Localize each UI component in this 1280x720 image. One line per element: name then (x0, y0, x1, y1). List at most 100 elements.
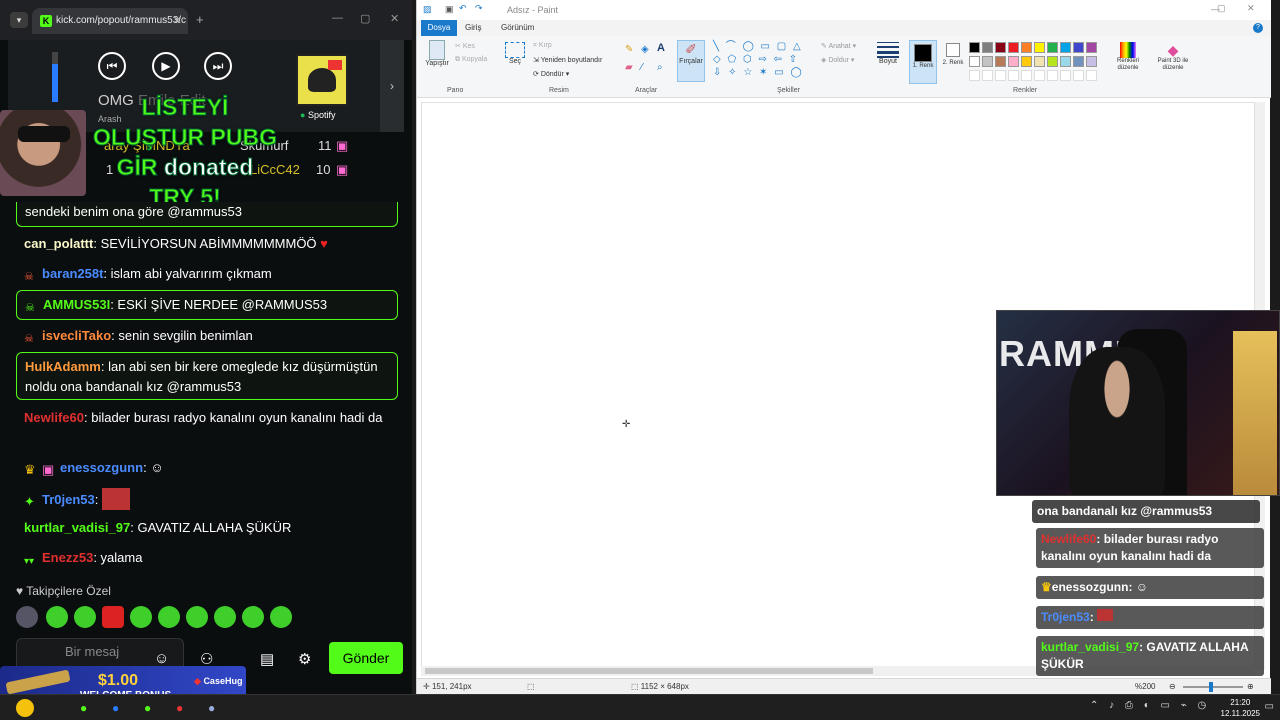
edit-colors-button[interactable]: Renkleri düzenle (1111, 42, 1145, 72)
color-swatch[interactable] (1086, 42, 1097, 53)
previous-icon[interactable]: ⏮ (98, 52, 126, 80)
color-swatch[interactable] (1047, 56, 1058, 67)
shapes-gallery[interactable]: ╲ ⌒ ◯ ▭ ▢ △ ◇ ⬠ ⬡ ⇨ ⇦ ⇧ ⇩ ✧ ☆ ✶ ▭ ◯ (713, 40, 809, 82)
close-window-button[interactable]: ✕ (1247, 3, 1255, 14)
emoji-icon[interactable]: ☺ (154, 650, 169, 667)
color-swatch[interactable] (1021, 56, 1032, 67)
chat-username[interactable]: HulkAdamm (25, 359, 101, 374)
custom-color-swatch[interactable] (1021, 70, 1032, 81)
zoom-slider[interactable] (1183, 682, 1243, 692)
fill-icon[interactable]: ◈ (641, 44, 649, 55)
copy-button[interactable]: ⧉ Kopyala (455, 56, 487, 64)
emote-button[interactable] (16, 606, 38, 628)
pencil-icon[interactable]: ✎ (625, 44, 633, 55)
notification-icon[interactable]: ▭ (1265, 701, 1274, 712)
custom-color-swatch[interactable] (1047, 70, 1058, 81)
emote-button[interactable] (74, 606, 96, 628)
color-swatch[interactable] (1021, 42, 1032, 53)
custom-color-swatch[interactable] (1034, 70, 1045, 81)
undo-icon[interactable]: ↶ (459, 3, 467, 14)
chat-username[interactable]: can_polattt (24, 236, 93, 251)
chat-username[interactable]: kurtlar_vadisi_97 (24, 520, 130, 535)
color-swatch[interactable] (1008, 42, 1019, 53)
custom-color-swatch[interactable] (995, 70, 1006, 81)
color-swatch[interactable] (995, 42, 1006, 53)
zoom-out-button[interactable]: ⊖ (1169, 679, 1176, 695)
tab-list-button[interactable]: ▾ (10, 12, 28, 28)
close-window-button[interactable]: ✕ (390, 12, 399, 25)
custom-color-swatch[interactable] (1086, 70, 1097, 81)
custom-color-swatch[interactable] (1073, 70, 1084, 81)
magnifier-icon[interactable]: ⌕ (657, 62, 663, 73)
chat-username[interactable]: AMMUS53I (43, 297, 110, 312)
color1-button[interactable]: 1. Renk (909, 40, 937, 84)
next-icon[interactable]: ⏭ (204, 52, 232, 80)
crop-button[interactable]: ⌗ Kırp (533, 42, 552, 50)
chat-username[interactable]: Enezz53 (42, 550, 93, 565)
help-icon[interactable]: ? (1253, 23, 1263, 33)
select-button[interactable]: Seç (505, 42, 525, 65)
emote-button[interactable] (270, 606, 292, 628)
browser-tab[interactable]: K kick.com/popout/rammus53/c ✕ (32, 8, 188, 34)
color-swatch[interactable] (995, 56, 1006, 67)
text-icon[interactable]: A (657, 42, 665, 54)
start-icon[interactable] (16, 699, 34, 717)
color-swatch[interactable] (1034, 42, 1045, 53)
custom-color-swatch[interactable] (969, 70, 980, 81)
tab-home[interactable]: Giriş (465, 20, 481, 36)
paint3d-button[interactable]: ◆ Paint 3D ile düzenle (1151, 42, 1195, 72)
color-swatch[interactable] (1073, 42, 1084, 53)
chat-username[interactable]: isvecliTako (42, 328, 111, 343)
color-swatch[interactable] (1034, 56, 1045, 67)
redo-icon[interactable]: ↷ (475, 3, 483, 14)
volume-bar[interactable] (52, 52, 58, 102)
custom-color-swatch[interactable] (1060, 70, 1071, 81)
restore-button[interactable]: ▢ (1217, 3, 1226, 14)
chat-username[interactable]: Tr0jen53 (42, 492, 95, 507)
color-swatch[interactable] (1047, 42, 1058, 53)
chat-username[interactable]: enessozgunn (60, 460, 143, 475)
resize-button[interactable]: ⇲ Yeniden boyutlandır (533, 56, 602, 64)
color-swatch[interactable] (1086, 56, 1097, 67)
taskbar-app-icon[interactable]: ● (80, 701, 87, 715)
custom-color-swatch[interactable] (1008, 70, 1019, 81)
color-swatch[interactable] (982, 42, 993, 53)
close-tab-icon[interactable]: ✕ (173, 8, 182, 34)
zoom-in-button[interactable]: ⊕ (1247, 679, 1254, 695)
new-tab-button[interactable]: + (196, 12, 204, 27)
eraser-icon[interactable]: ▰ (625, 62, 633, 73)
play-icon[interactable]: ▶ (152, 52, 180, 80)
emote-button[interactable] (242, 606, 264, 628)
color-swatch[interactable] (969, 42, 980, 53)
brushes-button[interactable]: ✐ Fırçalar (677, 40, 705, 82)
color-swatch[interactable] (969, 56, 980, 67)
emote-button[interactable] (186, 606, 208, 628)
fill-dropdown[interactable]: ◈ Doldur ▾ (821, 56, 854, 64)
color-picker-icon[interactable]: ⁄ (641, 62, 643, 73)
color2-button[interactable]: 2. Renk (941, 40, 965, 67)
taskbar-app-icon[interactable]: ● (208, 701, 215, 715)
tab-file[interactable]: Dosya (421, 20, 457, 36)
save-icon[interactable]: ▣ (445, 4, 454, 15)
emote-button[interactable] (130, 606, 152, 628)
taskbar-app-icon[interactable]: ● (112, 701, 119, 715)
emote-button[interactable] (102, 606, 124, 628)
size-button[interactable]: Boyut (877, 42, 899, 65)
send-button[interactable]: Gönder (329, 642, 403, 674)
minimize-button[interactable]: — (332, 12, 343, 24)
emote-button[interactable] (214, 606, 236, 628)
settings-gear-icon[interactable]: ⚙ (298, 650, 311, 668)
custom-color-swatch[interactable] (982, 70, 993, 81)
color-swatch[interactable] (982, 56, 993, 67)
paste-button[interactable]: Yapıştır (425, 40, 449, 67)
taskbar-app-icon[interactable]: ● (144, 701, 151, 715)
color-swatch[interactable] (1008, 56, 1019, 67)
cut-button[interactable]: ✂ Kes (455, 42, 475, 50)
chat-username[interactable]: baran258t (42, 266, 103, 281)
clock[interactable]: 21:20 12.11.2025 (1221, 697, 1260, 719)
outline-dropdown[interactable]: ✎ Anahat ▾ (821, 42, 856, 50)
taskbar-app-icon[interactable]: ● (176, 701, 183, 715)
color-swatch[interactable] (1060, 42, 1071, 53)
scroll-right-icon[interactable]: › (380, 40, 404, 132)
chat-username[interactable]: Newlife60 (24, 410, 84, 425)
